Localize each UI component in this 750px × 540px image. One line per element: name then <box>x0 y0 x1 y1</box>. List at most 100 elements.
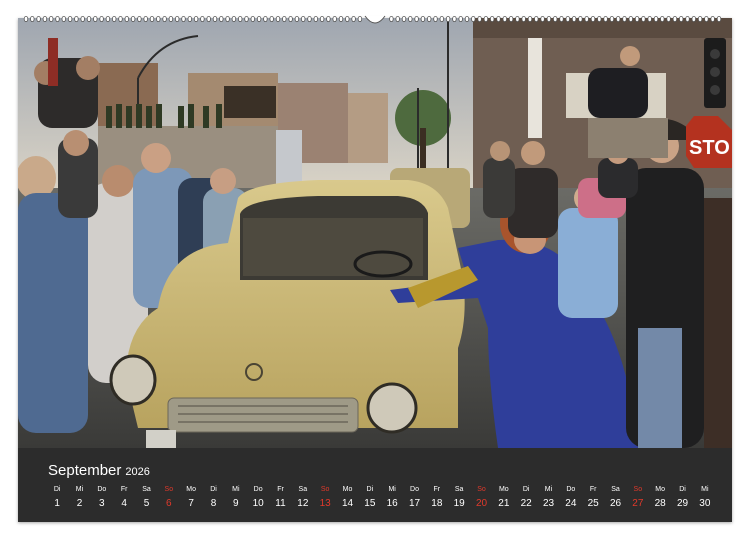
day-number: 22 <box>520 498 532 509</box>
day-number: 19 <box>453 498 465 509</box>
spiral-loop <box>666 16 671 22</box>
spiral-loop <box>130 16 136 22</box>
weekday-label: Sa <box>142 486 151 493</box>
day-number: 21 <box>498 498 510 509</box>
day-cell: Di 1 <box>46 485 68 511</box>
day-number: 25 <box>587 498 599 509</box>
spiral-loop <box>546 16 552 22</box>
day-number: 15 <box>364 498 376 509</box>
day-cell: So 13 <box>314 485 336 511</box>
day-number: 18 <box>431 498 443 509</box>
day-cell: So 20 <box>471 485 493 511</box>
spiral-loop <box>36 16 41 22</box>
spiral-loop <box>294 16 300 22</box>
spiral-loop <box>200 16 205 22</box>
day-cell: Sa 26 <box>605 485 627 511</box>
spiral-loop <box>143 16 148 22</box>
spiral-loop <box>263 16 268 22</box>
day-cell: So 6 <box>158 485 180 511</box>
spiral-loop <box>105 16 111 22</box>
day-cell: Mo 21 <box>493 485 515 511</box>
spiral-loop <box>672 16 678 22</box>
weekday-label: Fr <box>277 486 284 493</box>
spiral-loop <box>49 16 54 22</box>
spiral-loop <box>685 16 690 22</box>
day-number: 6 <box>166 498 172 509</box>
spiral-loop <box>647 16 652 22</box>
spiral-loop <box>704 16 709 22</box>
weekday-label: Di <box>366 486 374 493</box>
spiral-loop <box>559 16 564 22</box>
day-number: 1 <box>54 498 60 509</box>
weekday-label: Sa <box>454 486 464 493</box>
spiral-loop <box>389 16 394 22</box>
spiral-loop <box>93 16 98 22</box>
spiral-loop <box>313 16 318 22</box>
day-number: 5 <box>143 498 150 509</box>
weekday-label: Mo <box>655 486 666 493</box>
spiral-loop <box>67 16 73 22</box>
hanger-hook <box>364 15 386 24</box>
day-cell: Sa 19 <box>448 485 470 511</box>
spiral-loop <box>61 16 66 22</box>
weekday-label: Do <box>253 486 263 493</box>
spiral-loop <box>231 16 237 22</box>
weekday-label: So <box>633 486 643 493</box>
spiral-loop <box>710 16 715 22</box>
weekday-label: Mi <box>701 486 709 493</box>
day-number: 28 <box>654 498 666 509</box>
spiral-loop <box>490 16 495 22</box>
spiral-loop <box>326 16 331 22</box>
day-number: 13 <box>319 498 331 509</box>
spiral-loop <box>691 16 696 22</box>
spiral-loop <box>307 16 312 22</box>
weekday-label: Sa <box>298 486 308 493</box>
spiral-loop <box>458 16 463 22</box>
day-number: 4 <box>121 498 127 509</box>
day-cell: Di 8 <box>203 485 225 511</box>
weekday-label: Mi <box>75 486 84 493</box>
spiral-loop <box>565 16 570 22</box>
day-number: 27 <box>632 498 644 509</box>
day-cell: Mi 23 <box>538 485 560 511</box>
spiral-loop <box>137 16 142 22</box>
spiral-loop <box>357 16 363 22</box>
day-number: 10 <box>252 498 264 509</box>
spiral-loop <box>168 16 174 22</box>
weekday-label: Di <box>53 486 61 493</box>
spiral-loop <box>660 16 665 22</box>
spiral-loop <box>118 16 123 22</box>
spiral-loop <box>628 16 633 22</box>
spiral-loop <box>471 16 476 22</box>
spiral-loop <box>445 16 451 22</box>
day-number: 30 <box>699 498 711 509</box>
spiral-loop <box>111 16 117 22</box>
day-cell: Mo 14 <box>337 485 359 511</box>
spiral-loop <box>414 16 419 22</box>
weekday-label: Mo <box>342 486 353 493</box>
spiral-loop <box>269 16 274 22</box>
month-title: September 2026 <box>48 462 150 479</box>
weekday-label: So <box>477 486 486 493</box>
spiral-loop <box>55 16 60 22</box>
weekday-label: Do <box>97 486 107 493</box>
spiral-loop <box>174 16 180 22</box>
spiral-loop <box>609 16 615 22</box>
weekday-label: So <box>164 486 174 493</box>
spiral-loop <box>496 16 501 22</box>
spiral-loop <box>162 16 167 22</box>
spiral-loop <box>256 16 262 22</box>
spiral-loop <box>156 16 161 22</box>
spiral-loop <box>679 16 684 22</box>
spiral-loop <box>212 16 218 22</box>
spiral-loop <box>301 16 306 22</box>
day-cell: Di 15 <box>359 485 381 511</box>
spiral-loop <box>616 16 621 22</box>
spiral-loop <box>452 16 457 22</box>
day-cell: Fr 25 <box>582 485 604 511</box>
day-cell: Sa 5 <box>136 485 158 511</box>
day-number: 8 <box>210 498 217 509</box>
spiral-loop <box>716 16 722 22</box>
weekday-label: Di <box>522 486 530 493</box>
spiral-loop <box>351 16 356 22</box>
